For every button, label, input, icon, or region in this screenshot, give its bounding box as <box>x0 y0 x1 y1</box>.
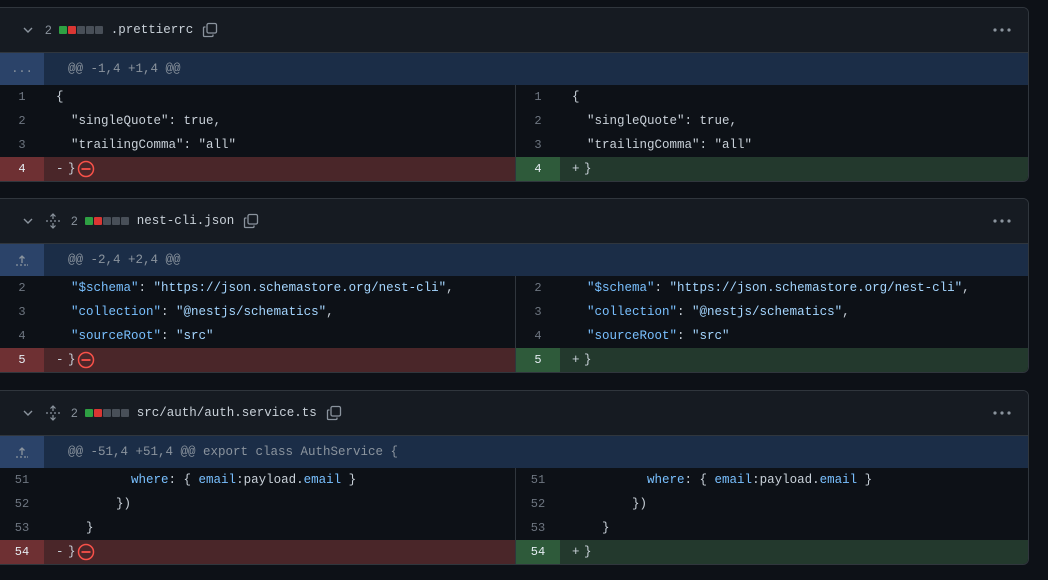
unfold-icon[interactable] <box>45 213 61 229</box>
code-line: 2 "singleQuote": true, <box>534 114 738 128</box>
no-entry-icon <box>76 542 96 562</box>
code-line: 1{ <box>534 90 580 104</box>
copy-icon[interactable] <box>201 21 219 39</box>
hunk-text: @@ -1,4 +1,4 @@ <box>68 62 181 76</box>
code-line: 53 } <box>14 521 94 535</box>
deleted-line: 4 -} <box>0 157 515 181</box>
unfold-icon[interactable] <box>45 405 61 421</box>
file-name[interactable]: .prettierrc <box>111 23 194 37</box>
diffstat <box>84 409 129 417</box>
hunk-text: @@ -2,4 +2,4 @@ <box>68 253 181 267</box>
code-line: 2 "$schema": "https://json.schemastore.o… <box>534 281 970 295</box>
right-side: 51 where: { email:payload. email } 52 }) … <box>515 468 1028 564</box>
right-side: 1{ 2 "singleQuote": true, 3 "trailingCom… <box>515 85 1028 181</box>
right-side: 2 "$schema": "https://json.schemastore.o… <box>515 276 1028 372</box>
chevron-down-icon[interactable] <box>20 213 36 229</box>
fold-up-icon[interactable] <box>0 436 44 468</box>
diff-file: 2 nest-cli.json @@ -2,4 +2,4 @@ 2 "$sche… <box>0 198 1029 373</box>
code-line: 3 "trailingComma": "all" <box>18 138 237 152</box>
deleted-line: 5 -} <box>0 348 515 372</box>
left-side: 2 "$schema": "https://json.schemastore.o… <box>0 276 515 372</box>
kebab-icon[interactable] <box>992 213 1012 229</box>
diff-file: 2 .prettierrc ... @@ -1,4 +1,4 @@ 1{ 2 "… <box>0 7 1029 182</box>
added-line: 54 +} <box>516 540 1028 564</box>
code-line: 3 "collection": "@nestjs/schematics", <box>534 305 850 319</box>
diffstat <box>58 26 103 34</box>
no-entry-icon <box>76 350 96 370</box>
added-line: 5 +} <box>516 348 1028 372</box>
fold-up-icon[interactable] <box>0 244 44 276</box>
code-line: 2 "$schema": "https://json.schemastore.o… <box>18 281 454 295</box>
chevron-down-icon[interactable] <box>20 405 36 421</box>
hunk-text: @@ -51,4 +51,4 @@ export class AuthServi… <box>68 445 399 459</box>
code-line: 4 "sourceRoot": "src" <box>534 329 730 343</box>
left-side: 51 where: { email:payload. email } 52 }) … <box>0 468 515 564</box>
added-line: 4 +} <box>516 157 1028 181</box>
file-name[interactable]: src/auth/auth.service.ts <box>137 406 317 420</box>
expand-hunk-button[interactable]: ... <box>0 53 44 85</box>
file-header: 2 src/auth/auth.service.ts <box>0 391 1028 436</box>
chevron-down-icon[interactable] <box>20 22 36 38</box>
kebab-icon[interactable] <box>992 22 1012 38</box>
file-header: 2 nest-cli.json <box>0 199 1028 244</box>
code-line: 52 }) <box>530 497 648 511</box>
copy-icon[interactable] <box>325 404 343 422</box>
left-side: 1{ 2 "singleQuote": true, 3 "trailingCom… <box>0 85 515 181</box>
diff-file: 2 src/auth/auth.service.ts @@ -51,4 +51,… <box>0 390 1029 565</box>
diffstat <box>84 217 129 225</box>
code-line: 4 "sourceRoot": "src" <box>18 329 214 343</box>
code-line: 1{ <box>18 90 64 104</box>
kebab-icon[interactable] <box>992 405 1012 421</box>
code-line: 2 "singleQuote": true, <box>18 114 222 128</box>
changes-count: 2 <box>71 214 78 228</box>
code-line: 53 } <box>530 521 610 535</box>
code-line: 3 "collection": "@nestjs/schematics", <box>18 305 334 319</box>
changes-count: 2 <box>45 23 52 37</box>
changes-count: 2 <box>71 406 78 420</box>
hunk-header: @@ -2,4 +2,4 @@ <box>0 244 1028 276</box>
hunk-header: @@ -51,4 +51,4 @@ export class AuthServi… <box>0 436 1028 468</box>
code-line: 51 where: { email:payload. email } <box>14 473 357 487</box>
deleted-line: 54 -} <box>0 540 515 564</box>
file-header: 2 .prettierrc <box>0 8 1028 53</box>
no-entry-icon <box>76 159 96 179</box>
hunk-header: ... @@ -1,4 +1,4 @@ <box>0 53 1028 85</box>
code-line: 51 where: { email:payload. email } <box>530 473 873 487</box>
copy-icon[interactable] <box>242 212 260 230</box>
file-name[interactable]: nest-cli.json <box>137 214 235 228</box>
code-line: 3 "trailingComma": "all" <box>534 138 753 152</box>
code-line: 52 }) <box>14 497 132 511</box>
